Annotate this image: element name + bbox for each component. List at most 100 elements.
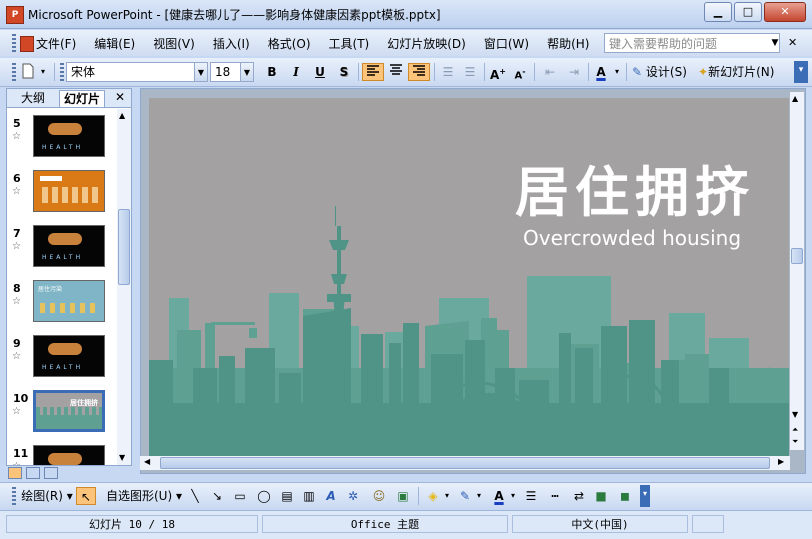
increase-indent-icon[interactable]: ⇥ [564, 63, 584, 81]
menu-edit[interactable]: 编辑(E) [94, 35, 135, 52]
document-close-button[interactable]: ✕ [788, 36, 797, 49]
maximize-button[interactable]: □ [734, 2, 762, 22]
toolbar-grip[interactable] [60, 63, 64, 81]
font-color-dropdown-icon[interactable]: ▾ [612, 63, 622, 81]
slide-thumbnail[interactable] [33, 170, 105, 212]
increase-font-icon[interactable]: A+ [488, 63, 508, 82]
3d-style-icon[interactable]: ◼ [616, 487, 634, 505]
select-pointer-icon[interactable]: ↖ [76, 487, 96, 505]
current-slide[interactable]: 居住拥挤 Overcrowded housing [149, 98, 789, 458]
arrow-style-icon[interactable]: ⇄ [570, 487, 588, 505]
slide-thumbnail-row[interactable]: 11☆ HEALTH [7, 445, 117, 465]
document-icon[interactable] [20, 36, 34, 52]
underline-button[interactable]: U [310, 63, 330, 81]
diagram-icon[interactable]: ✲ [344, 487, 362, 505]
slide-thumbnail[interactable]: 居住污染 [33, 280, 105, 322]
scroll-down-icon[interactable]: ▼ [792, 410, 798, 419]
panel-scroll-thumb[interactable] [118, 209, 130, 285]
shadow-style-icon[interactable]: ■ [592, 487, 610, 505]
dash-style-icon[interactable]: ┅ [546, 487, 564, 505]
align-center-button[interactable] [386, 63, 406, 81]
normal-view-button[interactable] [8, 467, 22, 479]
slide-thumbnail-row[interactable]: 7 ☆ HEALTH [7, 225, 117, 271]
scroll-up-icon[interactable]: ▲ [119, 111, 125, 120]
drawbar-options-icon[interactable]: ▾ [640, 485, 650, 507]
slide-scroll-thumb[interactable] [791, 248, 803, 264]
scroll-left-icon[interactable]: ◀ [144, 457, 150, 466]
shadow-button[interactable]: S [334, 63, 354, 81]
vertical-textbox-icon[interactable]: ▥ [300, 487, 318, 505]
decrease-indent-icon[interactable]: ⇤ [540, 63, 560, 81]
slide-thumbnail[interactable]: 居住拥挤 [33, 390, 105, 432]
powerpoint-app-icon[interactable]: P [6, 6, 24, 24]
toolbar-grip[interactable] [12, 34, 16, 52]
tab-outline[interactable]: 大纲 [17, 90, 49, 106]
horizontal-scroll-thumb[interactable] [160, 457, 770, 469]
toolbar-grip[interactable] [12, 487, 16, 505]
scroll-right-icon[interactable]: ▶ [778, 457, 784, 466]
scroll-up-icon[interactable]: ▲ [792, 94, 798, 103]
previous-slide-icon[interactable]: ⏶ [792, 426, 798, 434]
next-slide-icon[interactable]: ⏷ [792, 438, 798, 446]
wordart-icon[interactable]: A [322, 487, 340, 505]
line-color-icon[interactable]: ✎ [456, 487, 474, 505]
picture-icon[interactable]: ▣ [394, 487, 412, 505]
help-search-input[interactable]: 键入需要帮助的问题 [604, 33, 780, 53]
slide-thumbnail[interactable]: HEALTH [33, 445, 105, 465]
font-color-icon[interactable]: A [592, 63, 610, 81]
font-name-dropdown-icon[interactable]: ▼ [194, 62, 208, 82]
toolbar-grip[interactable] [12, 63, 16, 81]
menu-window[interactable]: 窗口(W) [484, 35, 529, 52]
slide-horizontal-scrollbar[interactable]: ◀ ▶ [140, 456, 790, 470]
slideshow-view-button[interactable] [44, 467, 58, 479]
new-document-icon[interactable] [20, 63, 36, 81]
menu-insert[interactable]: 插入(I) [213, 35, 250, 52]
slide-vertical-scrollbar[interactable]: ▲ ▼ ⏶ ⏷ [790, 92, 804, 450]
font-size-dropdown-icon[interactable]: ▼ [240, 62, 254, 82]
decrease-font-icon[interactable]: A- [510, 63, 530, 81]
slide-subtitle[interactable]: Overcrowded housing [523, 226, 741, 250]
tab-slides[interactable]: 幻灯片 [59, 90, 106, 107]
numbering-icon[interactable]: ☰ [438, 63, 458, 81]
align-right-button[interactable] [408, 63, 430, 81]
slide-thumbnail[interactable]: HEALTH [33, 115, 105, 157]
slide-sorter-view-button[interactable] [26, 467, 40, 479]
italic-button[interactable]: I [286, 63, 306, 81]
menu-view[interactable]: 视图(V) [153, 35, 195, 52]
align-left-button[interactable] [362, 63, 384, 81]
scroll-down-icon[interactable]: ▼ [119, 453, 125, 462]
menu-format[interactable]: 格式(O) [268, 35, 311, 52]
slide-title[interactable]: 居住拥挤 [515, 148, 755, 227]
arrow-tool-icon[interactable]: ↘ [208, 487, 226, 505]
panel-scrollbar[interactable]: ▲ ▼ [117, 109, 131, 465]
rectangle-tool-icon[interactable]: ▭ [230, 487, 250, 505]
font-name-select[interactable]: 宋体 [66, 62, 196, 82]
slide-thumbnail-row[interactable]: 9 ☆ HEALTH [7, 335, 117, 381]
help-dropdown-icon[interactable]: ▼ [768, 33, 782, 53]
menu-tools[interactable]: 工具(T) [329, 35, 370, 52]
chevron-down-icon[interactable]: ▾ [38, 63, 48, 81]
line-color-dropdown-icon[interactable]: ▾ [474, 487, 484, 505]
slide-thumbnail-row[interactable]: 5 ☆ HEALTH [7, 115, 117, 161]
oval-tool-icon[interactable]: ◯ [254, 487, 274, 505]
fill-color-dropdown-icon[interactable]: ▾ [442, 487, 452, 505]
menu-file[interactable]: 文件(F) [36, 35, 76, 52]
bold-button[interactable]: B [262, 63, 282, 81]
line-style-icon[interactable]: ☰ [522, 487, 540, 505]
menu-help[interactable]: 帮助(H) [547, 35, 589, 52]
line-tool-icon[interactable]: ╲ [186, 487, 204, 505]
font-size-select[interactable]: 18 [210, 62, 242, 82]
slide-thumbnail-row[interactable]: 8 ☆ 居住污染 [7, 280, 117, 326]
slide-thumbnail-row[interactable]: 10 ☆ 居住拥挤 [7, 390, 117, 436]
design-button[interactable]: ✎ 设计(S) [632, 63, 694, 81]
slide-thumbnail-row[interactable]: 6 ☆ [7, 170, 117, 216]
toolbar-options-icon[interactable]: ▾ [794, 61, 808, 83]
close-button[interactable]: ✕ [764, 2, 806, 22]
minimize-button[interactable]: ▁ [704, 2, 732, 22]
menu-slideshow[interactable]: 幻灯片放映(D) [387, 35, 466, 52]
draw-menu-button[interactable]: 绘图(R) ▾ [20, 487, 74, 505]
slide-thumbnail[interactable]: HEALTH [33, 335, 105, 377]
bullets-icon[interactable]: ☰ [460, 63, 480, 81]
fill-color-icon[interactable]: ◈ [424, 487, 442, 505]
panel-close-button[interactable]: ✕ [115, 90, 125, 104]
